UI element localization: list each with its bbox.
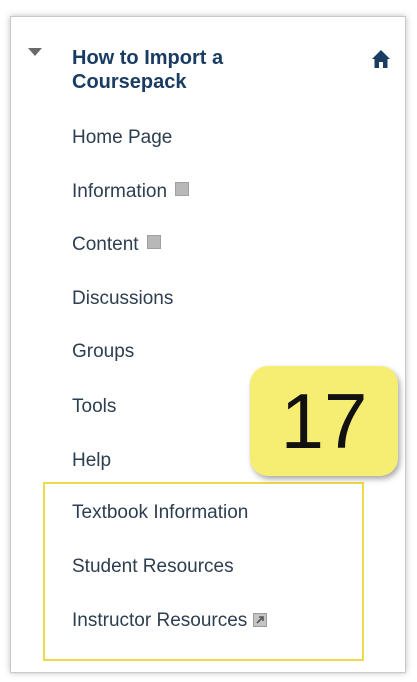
collapse-arrow-icon[interactable] — [28, 48, 42, 56]
menu-item-label: Information — [72, 181, 168, 202]
menu-item-student-resources[interactable]: Student Resources — [72, 556, 234, 578]
menu-item-groups[interactable]: Groups — [72, 341, 134, 363]
menu-item-label: Discussions — [72, 288, 174, 309]
course-title-line-1: How to Import a — [72, 47, 224, 69]
menu-item-information[interactable]: Information — [72, 181, 190, 203]
menu-item-label: Textbook Information — [72, 502, 249, 523]
course-title-line-2: Coursepack — [72, 71, 187, 93]
menu-item-label: Groups — [72, 341, 135, 362]
step-number-badge: 17 — [250, 366, 398, 476]
menu-item-home-page[interactable]: Home Page — [72, 127, 172, 149]
menu-item-textbook-information[interactable]: Textbook Information — [72, 502, 248, 524]
course-title[interactable]: How to Import a Coursepack — [72, 46, 312, 94]
menu-item-label: Help — [72, 450, 112, 471]
home-icon[interactable] — [371, 49, 391, 69]
screenshot-frame: How to Import a Coursepack Home Page Inf… — [0, 0, 417, 682]
menu-item-label: Home Page — [72, 127, 173, 148]
menu-item-tools[interactable]: Tools — [72, 396, 116, 418]
menu-item-content[interactable]: Content — [72, 234, 161, 256]
square-icon — [146, 235, 161, 249]
menu-item-instructor-resources[interactable]: Instructor Resources — [72, 610, 268, 632]
menu-item-help[interactable]: Help — [72, 450, 111, 472]
course-header: How to Import a Coursepack — [26, 36, 396, 106]
step-number: 17 — [280, 376, 368, 465]
menu-item-discussions[interactable]: Discussions — [72, 288, 173, 310]
menu-item-label: Content — [72, 234, 139, 255]
menu-item-label: Tools — [72, 396, 117, 417]
menu-item-label: Student Resources — [72, 556, 234, 577]
square-icon — [175, 182, 190, 196]
menu-item-label: Instructor Resources — [72, 610, 248, 631]
external-link-icon — [253, 613, 268, 627]
